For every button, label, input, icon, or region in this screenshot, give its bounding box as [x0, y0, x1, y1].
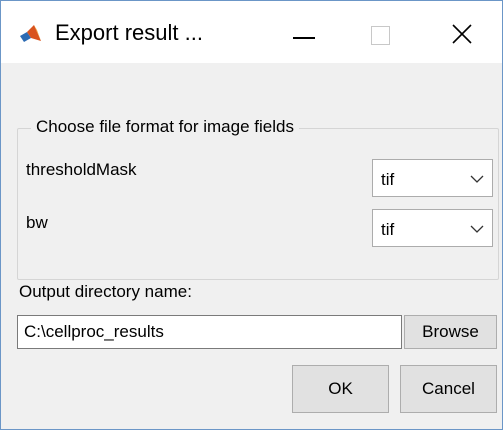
close-icon: [452, 24, 472, 44]
select-value: tif: [381, 220, 395, 239]
group-legend: Choose file format for image fields: [31, 116, 299, 138]
export-dialog: Export result ... Choose file format for…: [0, 0, 503, 430]
chevron-down-icon: [470, 225, 484, 233]
maximize-button[interactable]: [343, 1, 423, 63]
browse-button[interactable]: Browse: [404, 315, 497, 349]
select-value: tif: [381, 170, 395, 189]
threshold-mask-label: thresholdMask: [26, 160, 137, 179]
title-bar[interactable]: Export result ...: [1, 1, 502, 63]
cancel-button[interactable]: Cancel: [400, 365, 497, 413]
threshold-mask-format-select[interactable]: tif: [372, 159, 493, 197]
close-button[interactable]: [423, 1, 503, 63]
maximize-icon: [371, 26, 390, 45]
output-directory-label: Output directory name:: [19, 282, 192, 301]
minimize-button[interactable]: [263, 1, 343, 63]
matlab-icon: [19, 24, 43, 44]
image-format-group: [17, 128, 499, 280]
output-directory-input[interactable]: [17, 315, 402, 349]
bw-format-select[interactable]: tif: [372, 209, 493, 247]
chevron-down-icon: [470, 175, 484, 183]
window-title: Export result ...: [55, 20, 203, 45]
ok-button[interactable]: OK: [292, 365, 389, 413]
bw-label: bw: [26, 213, 48, 232]
minimize-icon: [293, 37, 315, 39]
